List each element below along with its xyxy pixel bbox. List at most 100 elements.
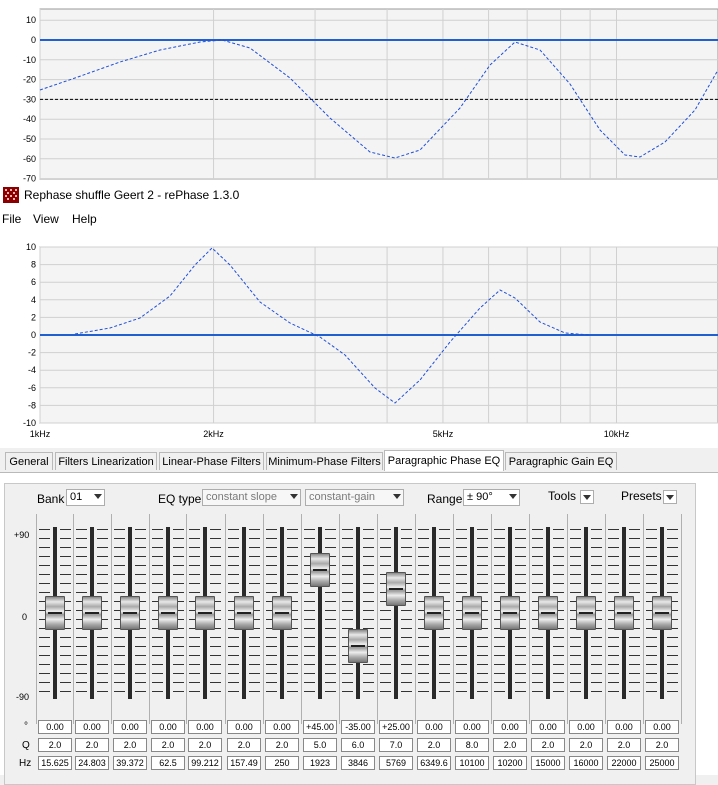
- phase-slider-1[interactable]: [36, 527, 74, 699]
- slider-thumb[interactable]: [272, 596, 292, 630]
- bank-select[interactable]: 01: [66, 489, 105, 506]
- tools-menu-button[interactable]: Tools: [548, 489, 596, 506]
- q-value-field[interactable]: 2.0: [569, 738, 603, 752]
- q-value-field[interactable]: 2.0: [645, 738, 679, 752]
- tab-general[interactable]: General: [5, 452, 53, 470]
- phase-slider-6[interactable]: [225, 527, 263, 699]
- menu-view[interactable]: View: [33, 212, 59, 226]
- frequency-value-field[interactable]: 62.5: [151, 756, 185, 770]
- phase-value-field[interactable]: 0.00: [607, 720, 641, 734]
- tab-filters-linearization[interactable]: Filters Linearization: [55, 452, 157, 470]
- phase-slider-9[interactable]: [339, 527, 377, 699]
- phase-value-field[interactable]: 0.00: [265, 720, 299, 734]
- presets-menu-button[interactable]: Presets: [621, 489, 679, 506]
- phase-slider-13[interactable]: [491, 527, 529, 699]
- slider-thumb[interactable]: [538, 596, 558, 630]
- phase-value-field[interactable]: 0.00: [113, 720, 147, 734]
- slider-thumb[interactable]: [576, 596, 596, 630]
- frequency-value-field[interactable]: 10100: [455, 756, 489, 770]
- tab-linear-phase-filters[interactable]: Linear-Phase Filters: [159, 452, 264, 470]
- q-value-field[interactable]: 2.0: [38, 738, 72, 752]
- q-value-field[interactable]: 2.0: [607, 738, 641, 752]
- slider-thumb[interactable]: [462, 596, 482, 630]
- frequency-value-field[interactable]: 25000: [645, 756, 679, 770]
- phase-value-field[interactable]: 0.00: [455, 720, 489, 734]
- phase-slider-3[interactable]: [111, 527, 149, 699]
- menu-file[interactable]: File: [2, 212, 21, 226]
- range-select[interactable]: ± 90°: [463, 489, 520, 506]
- q-value-field[interactable]: 6.0: [341, 738, 375, 752]
- menu-help[interactable]: Help: [72, 212, 97, 226]
- phase-slider-8[interactable]: [301, 527, 339, 699]
- phase-value-field[interactable]: 0.00: [188, 720, 222, 734]
- frequency-value-field[interactable]: 157.49: [227, 756, 261, 770]
- phase-value-field[interactable]: 0.00: [645, 720, 679, 734]
- slider-thumb[interactable]: [500, 596, 520, 630]
- frequency-value-field[interactable]: 6349.6: [417, 756, 451, 770]
- phase-slider-11[interactable]: [415, 527, 453, 699]
- slider-thumb[interactable]: [195, 596, 215, 630]
- phase-value-field[interactable]: -35.00: [341, 720, 375, 734]
- tab-paragraphic-phase-eq[interactable]: Paragraphic Phase EQ: [384, 450, 504, 471]
- q-value-field[interactable]: 5.0: [303, 738, 337, 752]
- phase-slider-15[interactable]: [567, 527, 605, 699]
- phase-value-field[interactable]: 0.00: [417, 720, 451, 734]
- phase-value-field[interactable]: 0.00: [493, 720, 527, 734]
- phase-value-field[interactable]: 0.00: [531, 720, 565, 734]
- phase-slider-16[interactable]: [605, 527, 643, 699]
- q-value-field[interactable]: 2.0: [493, 738, 527, 752]
- eq-gain-select[interactable]: constant-gain: [305, 489, 404, 506]
- tab-paragraphic-gain-eq[interactable]: Paragraphic Gain EQ: [505, 452, 617, 470]
- phase-value-field[interactable]: 0.00: [75, 720, 109, 734]
- slider-thumb[interactable]: [45, 596, 65, 630]
- slider-thumb[interactable]: [348, 629, 368, 664]
- phase-slider-17[interactable]: [643, 527, 681, 699]
- phase-value-field[interactable]: 0.00: [569, 720, 603, 734]
- phase-value-field[interactable]: +45.00: [303, 720, 337, 734]
- phase-slider-2[interactable]: [73, 527, 111, 699]
- frequency-value-field[interactable]: 5769: [379, 756, 413, 770]
- q-value-field[interactable]: 2.0: [531, 738, 565, 752]
- tab-minimum-phase-filters[interactable]: Minimum-Phase Filters: [266, 452, 383, 470]
- phase-slider-10[interactable]: [377, 527, 415, 699]
- frequency-value-field[interactable]: 16000: [569, 756, 603, 770]
- q-value-field[interactable]: 2.0: [265, 738, 299, 752]
- q-value-field[interactable]: 2.0: [417, 738, 451, 752]
- slider-thumb[interactable]: [310, 553, 330, 587]
- frequency-value-field[interactable]: 3846: [341, 756, 375, 770]
- frequency-value-field[interactable]: 250: [265, 756, 299, 770]
- slider-thumb[interactable]: [120, 596, 140, 630]
- phase-value-field[interactable]: 0.00: [227, 720, 261, 734]
- phase-value-field[interactable]: 0.00: [38, 720, 72, 734]
- frequency-value-field[interactable]: 1923: [303, 756, 337, 770]
- phase-slider-7[interactable]: [263, 527, 301, 699]
- q-value-field[interactable]: 2.0: [151, 738, 185, 752]
- eq-type-select[interactable]: constant slope: [202, 489, 301, 506]
- q-value-field[interactable]: 2.0: [188, 738, 222, 752]
- q-value-field[interactable]: 2.0: [75, 738, 109, 752]
- phase-slider-12[interactable]: [453, 527, 491, 699]
- frequency-value-field[interactable]: 22000: [607, 756, 641, 770]
- slider-thumb[interactable]: [424, 596, 444, 630]
- q-value-field[interactable]: 7.0: [379, 738, 413, 752]
- frequency-value-field[interactable]: 99.212: [188, 756, 222, 770]
- slider-thumb[interactable]: [652, 596, 672, 630]
- slider-thumb[interactable]: [82, 596, 102, 630]
- phase-slider-4[interactable]: [149, 527, 187, 699]
- frequency-value-field[interactable]: 15.625: [38, 756, 72, 770]
- phase-value-field[interactable]: +25.00: [379, 720, 413, 734]
- frequency-value-field[interactable]: 39.372: [113, 756, 147, 770]
- frequency-value-field[interactable]: 15000: [531, 756, 565, 770]
- slider-thumb[interactable]: [158, 596, 178, 630]
- q-value-field[interactable]: 2.0: [227, 738, 261, 752]
- frequency-value-field[interactable]: 24.803: [75, 756, 109, 770]
- phase-slider-14[interactable]: [529, 527, 567, 699]
- phase-slider-5[interactable]: [186, 527, 224, 699]
- q-value-field[interactable]: 2.0: [113, 738, 147, 752]
- phase-value-field[interactable]: 0.00: [151, 720, 185, 734]
- slider-thumb[interactable]: [386, 572, 406, 607]
- slider-thumb[interactable]: [234, 596, 254, 630]
- q-value-field[interactable]: 8.0: [455, 738, 489, 752]
- frequency-value-field[interactable]: 10200: [493, 756, 527, 770]
- slider-thumb[interactable]: [614, 596, 634, 630]
